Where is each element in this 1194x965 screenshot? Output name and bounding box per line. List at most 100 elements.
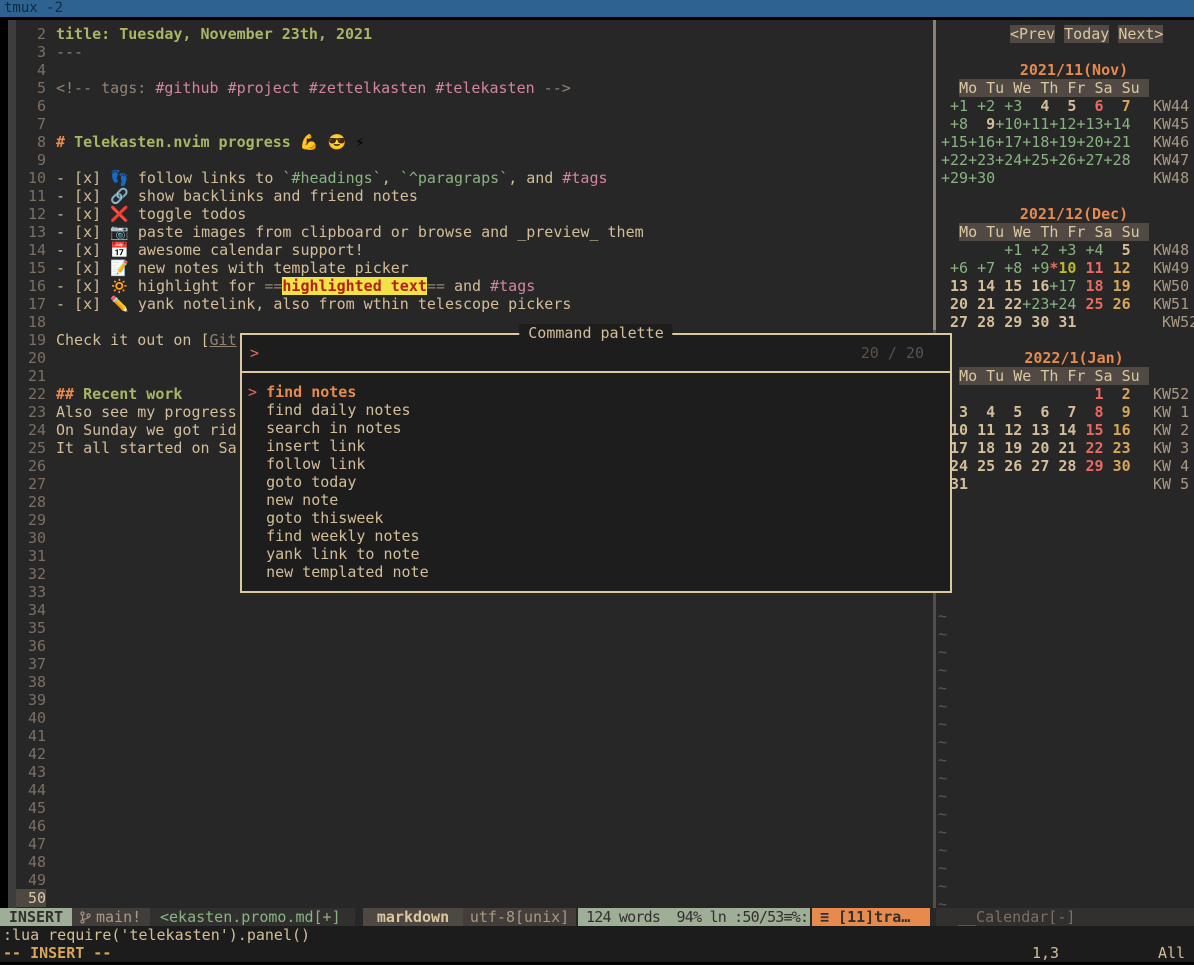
calendar-days[interactable]: 30 xyxy=(1104,457,1131,475)
editor-line[interactable]: 46 xyxy=(16,817,933,835)
editor-line[interactable]: 17- [x] ✏️ yank notelink, also from wthi… xyxy=(16,295,933,313)
line-number: 10 xyxy=(16,169,46,187)
editor-line[interactable]: 7 xyxy=(16,115,933,133)
calendar-days[interactable]: +1 +2 +3 xyxy=(941,97,1022,115)
editor-line[interactable]: 47 xyxy=(16,835,933,853)
editor-line[interactable]: 15- [x] 📝 new notes with template picker xyxy=(16,259,933,277)
editor-line[interactable]: 44 xyxy=(16,781,933,799)
editor-line[interactable]: 3--- xyxy=(16,43,933,61)
calendar-days[interactable]: +15+16+17+18+19+20+21 xyxy=(941,133,1131,151)
calendar-days[interactable]: 25 xyxy=(1076,295,1103,313)
calendar-days[interactable]: 10 xyxy=(1058,259,1076,277)
editor-line[interactable]: 9 xyxy=(16,151,933,169)
calendar-next-button[interactable]: Next> xyxy=(1118,25,1163,43)
editor-line[interactable]: 39 xyxy=(16,691,933,709)
editor-line[interactable]: 38 xyxy=(16,673,933,691)
editor-line[interactable]: 16- [x] 🔅 highlight for ==highlighted te… xyxy=(16,277,933,295)
buffer-list-segment[interactable]: ≡ [11]tra… xyxy=(812,908,930,926)
calendar-days[interactable]: 15 xyxy=(1076,421,1103,439)
editor-line[interactable]: 48 xyxy=(16,853,933,871)
editor-line[interactable]: 5<!-- tags: #github #project #zettelkast… xyxy=(16,79,933,97)
editor-line[interactable]: 2title: Tuesday, November 23th, 2021 xyxy=(16,25,933,43)
calendar-days[interactable]: 9 xyxy=(968,115,995,133)
calendar-prev-button[interactable]: <Prev xyxy=(1010,25,1055,43)
filename-segment[interactable]: <ekasten.promo.md[+] xyxy=(150,908,355,926)
editor-line[interactable]: 41 xyxy=(16,727,933,745)
editor-line[interactable]: 18 xyxy=(16,313,933,331)
editor-line[interactable]: 37 xyxy=(16,655,933,673)
editor-line[interactable]: 12- [x] ❌ toggle todos xyxy=(16,205,933,223)
line-number: 50 xyxy=(16,889,46,907)
calendar-window[interactable]: <PrevTodayNext>2021/11(Nov) Mo Tu We Th … xyxy=(936,20,1194,908)
calendar-days[interactable]: 1 xyxy=(1076,385,1103,403)
editor-line[interactable]: 43 xyxy=(16,763,933,781)
editor-line[interactable]: 8# Telekasten.nvim progress 💪 😎 ⚡ xyxy=(16,133,933,151)
editor-line[interactable]: 35 xyxy=(16,619,933,637)
calendar-days[interactable]: +1 +2 +3 +4 xyxy=(995,241,1103,259)
calendar-days[interactable]: +10+11+12+13+14 xyxy=(995,115,1130,133)
palette-item[interactable]: goto today xyxy=(242,473,950,491)
calendar-days[interactable]: 12 xyxy=(1104,259,1131,277)
editor-line[interactable]: 10- [x] 👣 follow links to `#headings`, `… xyxy=(16,169,933,187)
calendar-days[interactable]: 16 xyxy=(1104,421,1131,439)
calendar-days[interactable]: +6 +7 +8 +9 xyxy=(941,259,1049,277)
week-number: KW46 xyxy=(1153,133,1189,151)
calendar-days[interactable]: 18 xyxy=(1076,277,1103,295)
calendar-today-button[interactable]: Today xyxy=(1064,25,1109,43)
editor-line[interactable]: 49 xyxy=(16,871,933,889)
palette-item[interactable]: follow link xyxy=(242,455,950,473)
calendar-days[interactable]: 17 18 19 20 21 xyxy=(941,439,1076,457)
palette-item[interactable]: yank link to note xyxy=(242,545,950,563)
calendar-days[interactable]: 6 xyxy=(1076,97,1103,115)
calendar-days[interactable]: 20 21 22 xyxy=(941,295,1022,313)
calendar-days[interactable]: 13 14 15 16 xyxy=(941,277,1049,295)
palette-item[interactable]: goto thisweek xyxy=(242,509,950,527)
selection-marker xyxy=(248,419,266,437)
calendar-days[interactable]: +22+23+24+25+26+27+28 xyxy=(941,151,1131,169)
editor-line[interactable]: 40 xyxy=(16,709,933,727)
palette-item[interactable]: new templated note xyxy=(242,563,950,581)
palette-item[interactable]: find daily notes xyxy=(242,401,950,419)
calendar-days[interactable]: 4 5 xyxy=(1022,97,1076,115)
palette-item[interactable]: new note xyxy=(242,491,950,509)
editor-line[interactable]: 6 xyxy=(16,97,933,115)
palette-item[interactable]: search in notes xyxy=(242,419,950,437)
calendar-days[interactable]: 8 xyxy=(1076,403,1103,421)
editor-line[interactable]: 34 xyxy=(16,601,933,619)
calendar-days[interactable] xyxy=(941,385,1076,403)
editor-line[interactable]: 13- [x] 📷 paste images from clipboard or… xyxy=(16,223,933,241)
calendar-days[interactable]: 5 xyxy=(1104,241,1131,259)
editor-line[interactable]: 45 xyxy=(16,799,933,817)
calendar-days[interactable]: 29 xyxy=(1076,457,1103,475)
command-line[interactable]: :lua require('telekasten').panel() xyxy=(0,926,1194,944)
calendar-days[interactable]: 2 xyxy=(1104,385,1131,403)
git-branch-segment[interactable]: main! xyxy=(72,908,150,926)
palette-item[interactable]: insert link xyxy=(242,437,950,455)
editor-line[interactable]: 11- [x] 🔗 show backlinks and friend note… xyxy=(16,187,933,205)
editor-line[interactable]: 42 xyxy=(16,745,933,763)
calendar-days[interactable]: +8 xyxy=(941,115,968,133)
palette-item[interactable]: find weekly notes xyxy=(242,527,950,545)
calendar-days[interactable]: 9 xyxy=(1104,403,1131,421)
editor-line[interactable]: 4 xyxy=(16,61,933,79)
calendar-days[interactable]: +17 xyxy=(1049,277,1076,295)
editor-line[interactable]: 14- [x] 📅 awesome calendar support! xyxy=(16,241,933,259)
editor-line[interactable]: 36 xyxy=(16,637,933,655)
calendar-days[interactable]: 23 xyxy=(1104,439,1131,457)
calendar-days[interactable]: 22 xyxy=(1076,439,1103,457)
calendar-days[interactable]: +29+30 xyxy=(941,169,995,187)
editor-line[interactable]: 50 xyxy=(16,889,933,907)
calendar-days[interactable]: 11 xyxy=(1076,259,1103,277)
calendar-days[interactable]: 7 xyxy=(1104,97,1131,115)
text-segment: # xyxy=(56,133,74,151)
calendar-days[interactable]: 27 28 29 30 31 xyxy=(941,313,1076,331)
calendar-days[interactable]: 26 xyxy=(1104,295,1131,313)
calendar-days[interactable]: 3 4 5 6 7 xyxy=(941,403,1076,421)
line-number: 47 xyxy=(16,835,46,853)
calendar-days[interactable]: 19 xyxy=(1104,277,1131,295)
calendar-days[interactable]: +23+24 xyxy=(1022,295,1076,313)
palette-item[interactable]: > find notes xyxy=(242,383,950,401)
calendar-days[interactable]: 10 11 12 13 14 xyxy=(941,421,1076,439)
calendar-days[interactable] xyxy=(941,241,995,259)
calendar-days[interactable]: 24 25 26 27 28 xyxy=(941,457,1076,475)
